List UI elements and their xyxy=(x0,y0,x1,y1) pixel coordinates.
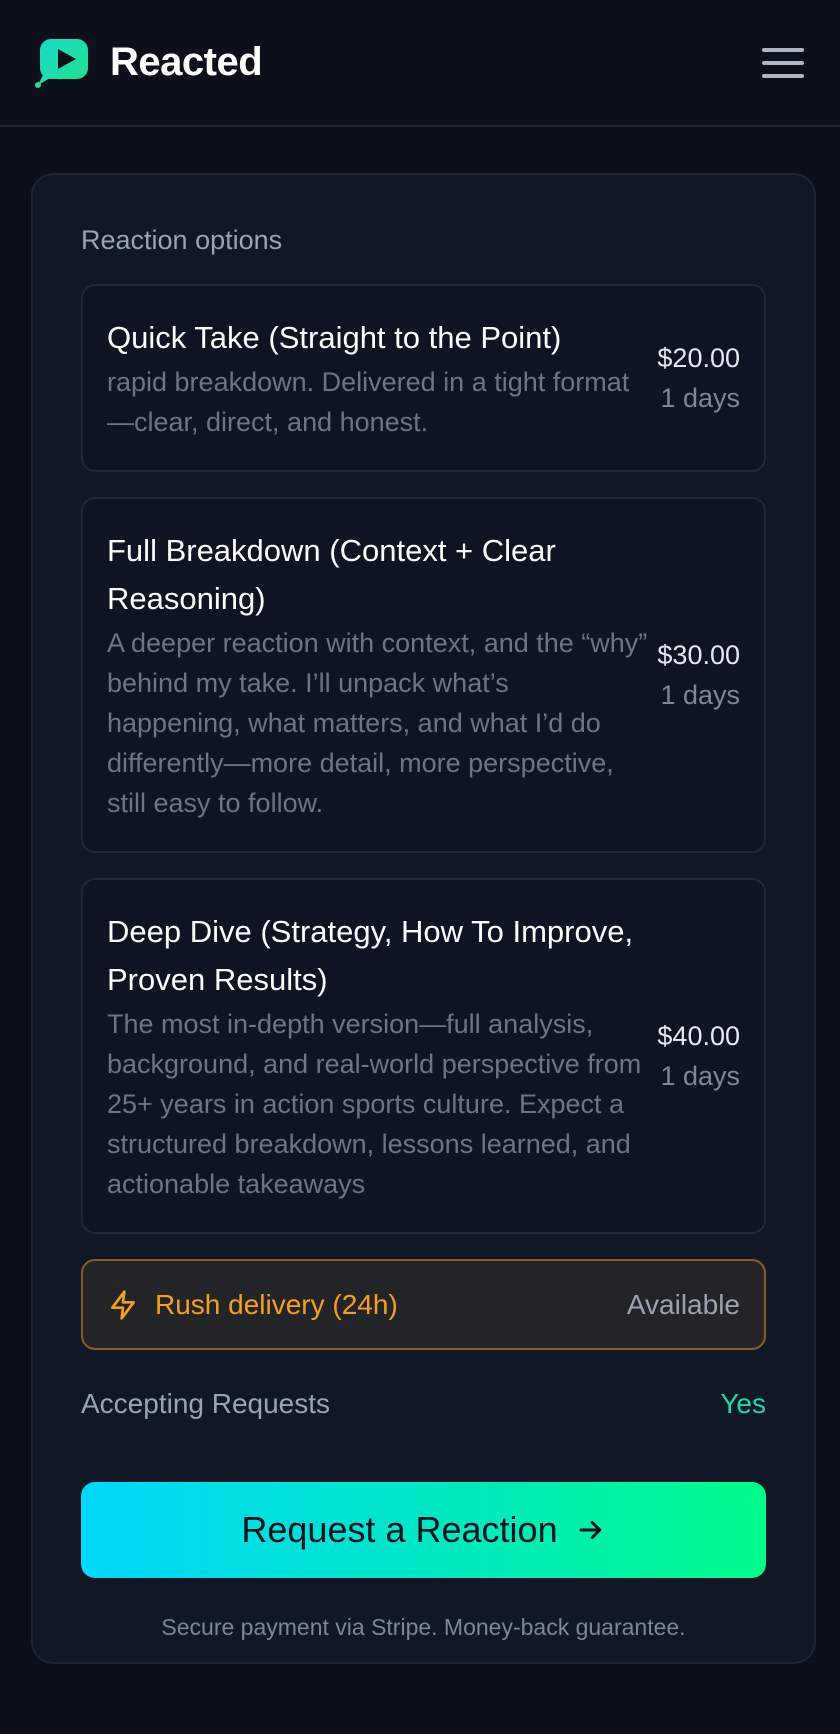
rush-delivery-row[interactable]: Rush delivery (24h) Available xyxy=(81,1259,766,1350)
option-price: $30.00 xyxy=(657,640,740,670)
app-header: Reacted xyxy=(0,0,840,127)
option-description: rapid breakdown. Delivered in a tight fo… xyxy=(107,367,630,437)
option-text: Full Breakdown (Context + Clear Reasonin… xyxy=(107,527,657,823)
option-description: A deeper reaction with context, and the … xyxy=(107,628,648,818)
cta-label: Request a Reaction xyxy=(241,1509,558,1550)
option-description: The most in-depth version—full analysis,… xyxy=(107,1009,642,1199)
option-delivery: 1 days xyxy=(660,1061,740,1091)
option-quick-take[interactable]: Quick Take (Straight to the Point) rapid… xyxy=(81,284,766,472)
accepting-label: Accepting Requests xyxy=(81,1388,331,1419)
option-delivery: 1 days xyxy=(660,383,740,413)
option-title: Quick Take (Straight to the Point) xyxy=(107,320,562,355)
request-reaction-button[interactable]: Request a Reaction xyxy=(81,1482,766,1578)
option-price: $20.00 xyxy=(657,343,740,373)
option-deep-dive[interactable]: Deep Dive (Strategy, How To Improve, Pro… xyxy=(81,878,766,1234)
option-title: Full Breakdown (Context + Clear Reasonin… xyxy=(107,533,556,616)
brand-name: Reacted xyxy=(110,40,263,84)
option-meta: $30.00 1 days xyxy=(657,635,740,715)
rush-left: Rush delivery (24h) xyxy=(107,1289,398,1321)
option-meta: $20.00 1 days xyxy=(657,338,740,418)
lightning-bolt-icon xyxy=(107,1289,139,1321)
option-delivery: 1 days xyxy=(660,680,740,710)
option-text: Deep Dive (Strategy, How To Improve, Pro… xyxy=(107,908,657,1204)
option-full-breakdown[interactable]: Full Breakdown (Context + Clear Reasonin… xyxy=(81,497,766,853)
accepting-value: Yes xyxy=(720,1388,766,1419)
arrow-right-icon xyxy=(576,1515,606,1545)
option-title: Deep Dive (Strategy, How To Improve, Pro… xyxy=(107,914,634,997)
section-title: Reaction options xyxy=(81,225,283,255)
option-price: $40.00 xyxy=(657,1021,740,1051)
option-meta: $40.00 1 days xyxy=(657,1016,740,1096)
hamburger-menu-icon[interactable] xyxy=(762,44,804,82)
rush-label: Rush delivery (24h) xyxy=(155,1288,398,1320)
brand[interactable]: Reacted xyxy=(34,37,263,89)
option-text: Quick Take (Straight to the Point) rapid… xyxy=(107,314,657,442)
accepting-requests-row: Accepting Requests Yes xyxy=(81,1374,766,1434)
play-bubble-icon xyxy=(34,37,90,89)
secure-payment-note: Secure payment via Stripe. Money-back gu… xyxy=(161,1614,686,1640)
rush-status: Available xyxy=(626,1288,740,1320)
reaction-card: Reaction options Quick Take (Straight to… xyxy=(31,173,816,1664)
